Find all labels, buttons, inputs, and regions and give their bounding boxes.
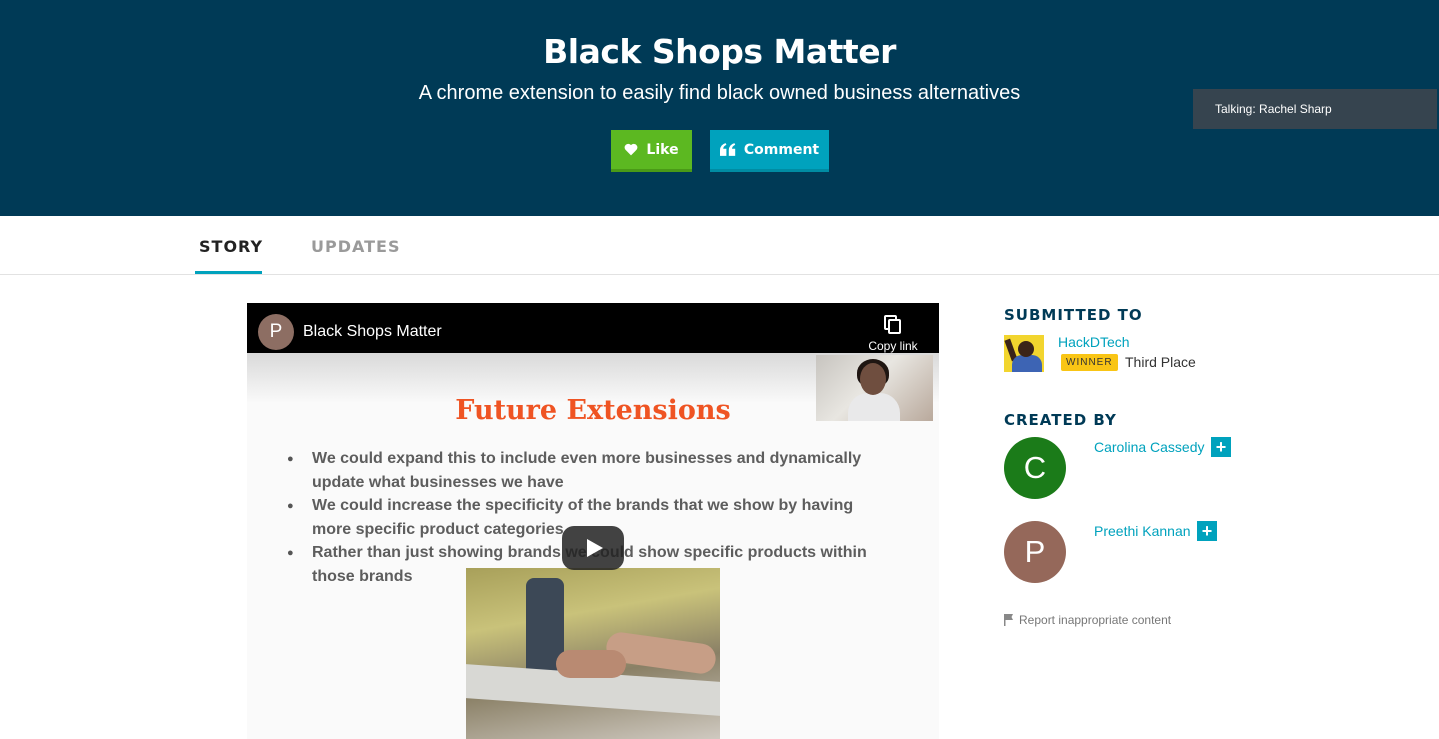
play-button[interactable] [562,526,624,570]
like-button[interactable]: Like [611,130,692,172]
copy-link-button[interactable]: Copy link [861,315,925,353]
like-label: Like [646,141,679,158]
prize-name: Third Place [1125,354,1196,370]
tab-story[interactable]: STORY [199,237,263,256]
submitted-to-heading: SUBMITTED TO [1004,306,1143,324]
creator-name-preethi[interactable]: Preethi Kannan [1094,523,1191,539]
flag-icon [1004,614,1013,626]
channel-avatar[interactable]: P [258,314,294,350]
video-title[interactable]: Black Shops Matter [303,323,442,341]
active-tab-indicator [195,271,262,274]
comment-label: Comment [743,141,820,158]
report-label: Report inappropriate content [1019,613,1172,627]
video-title-bar: P Black Shops Matter Copy link [247,303,939,353]
hackathon-logo[interactable] [1004,335,1044,372]
video-player[interactable]: Future Extensions We could expand this t… [247,303,939,739]
copy-icon [884,315,901,334]
project-header: Black Shops Matter A chrome extension to… [0,0,1439,216]
slide-bullet: We could expand this to include even mor… [287,447,887,495]
webcam-thumbnail-desk [466,568,720,739]
report-content-link[interactable]: Report inappropriate content [1004,613,1171,627]
follow-button[interactable]: + [1211,437,1231,457]
project-tabs: STORY UPDATES [0,216,1439,275]
creator-name-carolina[interactable]: Carolina Cassedy [1094,439,1205,455]
project-title: Black Shops Matter [543,32,896,71]
heart-icon [625,143,638,156]
created-by-heading: CREATED BY [1004,411,1117,429]
follow-button[interactable]: + [1197,521,1217,541]
hackathon-link[interactable]: HackDTech [1058,334,1130,350]
talking-indicator: Talking: Rachel Sharp [1193,89,1437,129]
tab-updates[interactable]: UPDATES [311,237,401,256]
webcam-thumbnail-presenter [816,355,933,421]
comment-button[interactable]: Comment [710,130,829,172]
copy-link-label: Copy link [868,339,918,353]
talking-text: Talking: Rachel Sharp [1215,102,1332,116]
avatar[interactable]: C [1004,437,1066,499]
quote-icon [719,143,736,156]
winner-badge: WINNER [1061,354,1118,371]
avatar[interactable]: P [1004,521,1066,583]
